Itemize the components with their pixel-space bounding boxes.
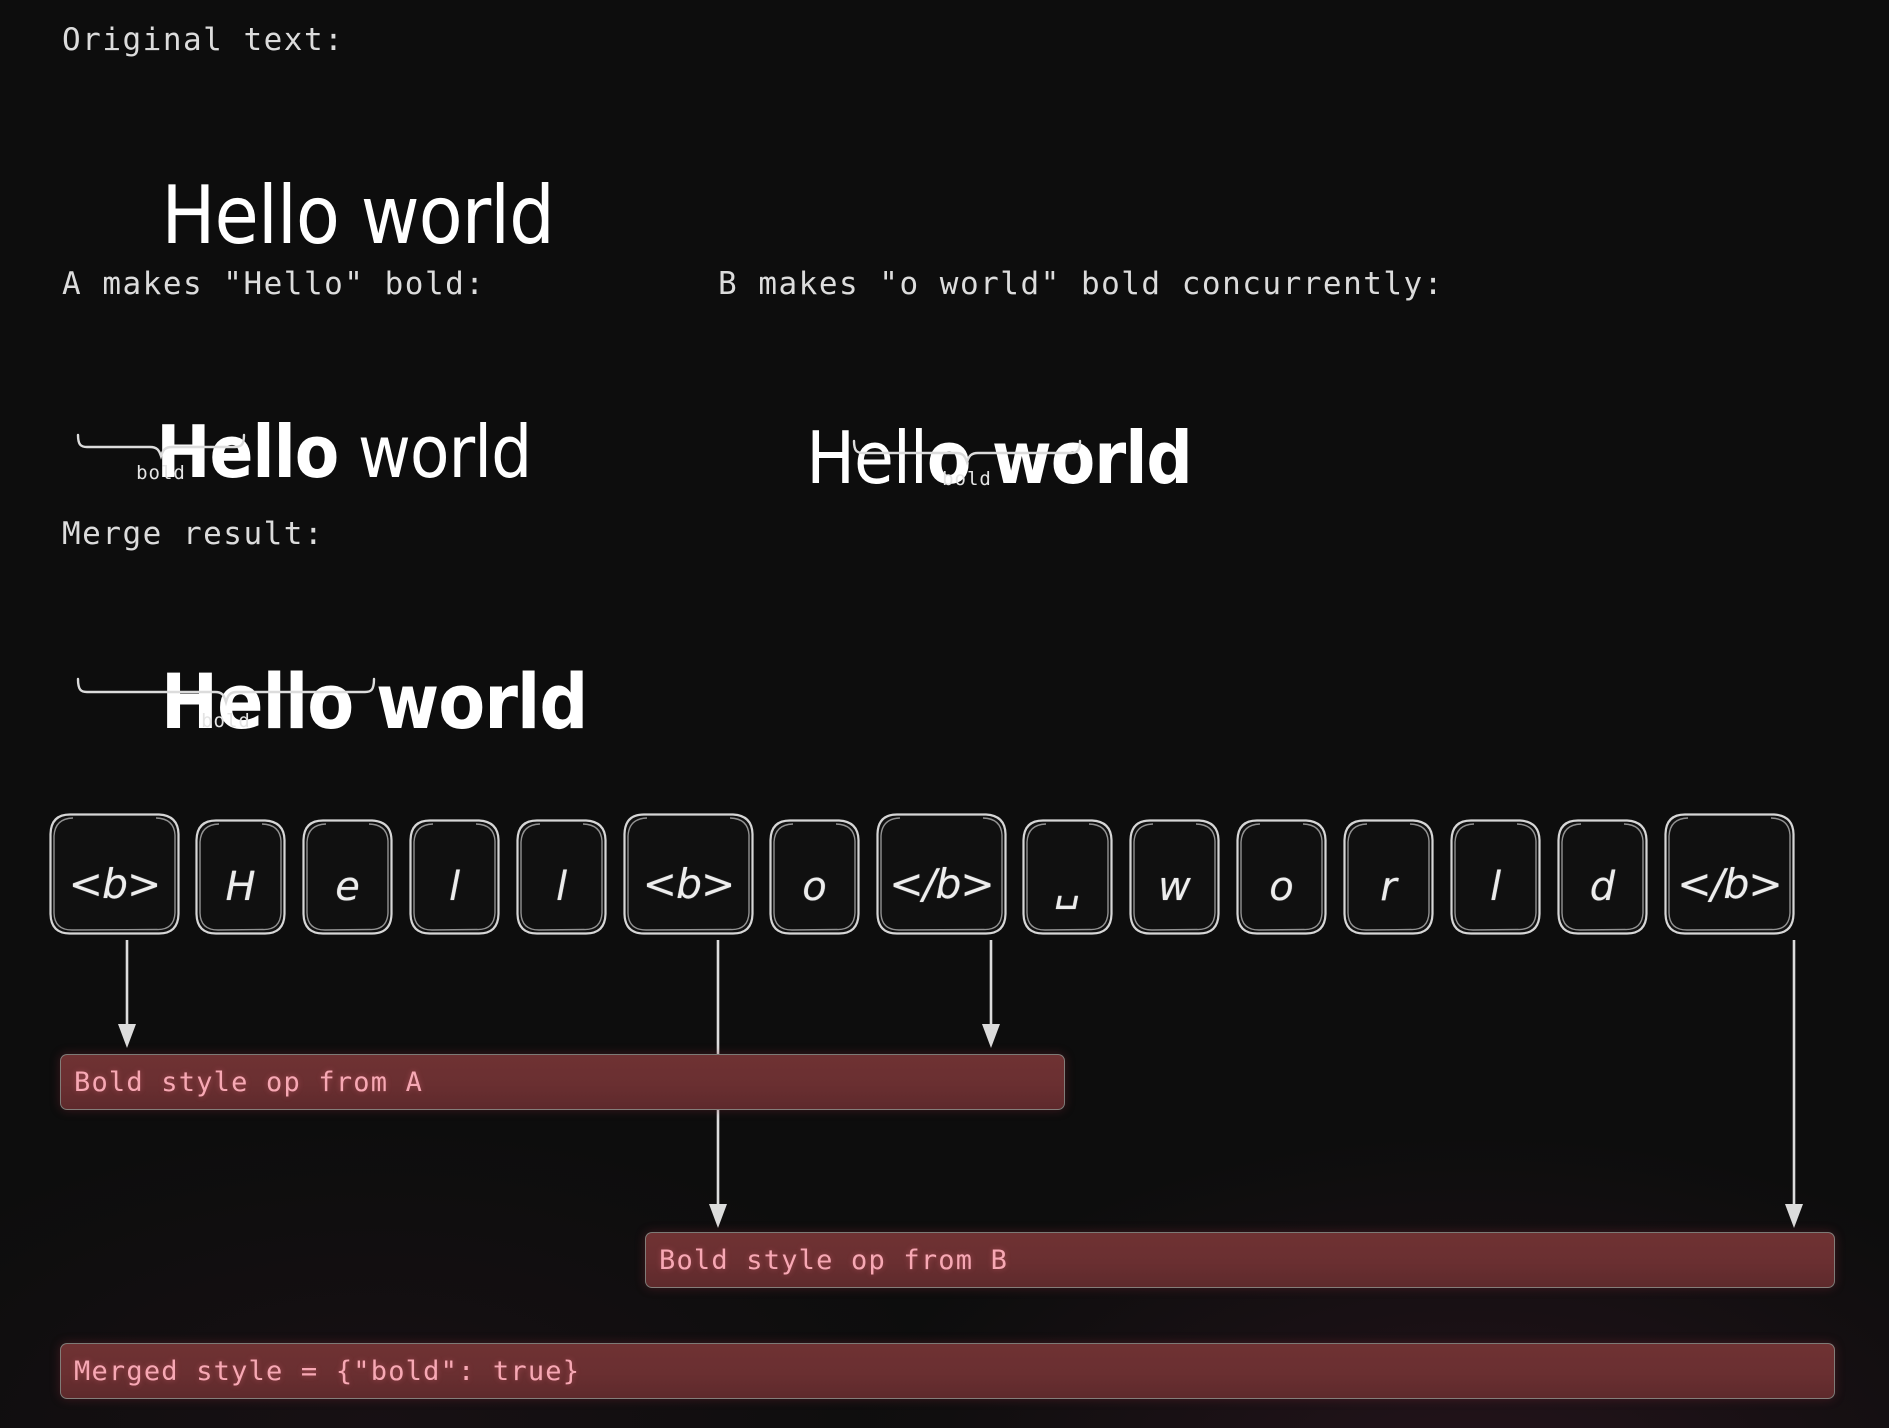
merge-caption: Merge result: <box>62 516 325 552</box>
token-chip-3[interactable]: l <box>408 818 501 936</box>
token-chip-13[interactable]: d <box>1556 818 1649 936</box>
arrow-token7-to-annot-a <box>976 940 1006 1050</box>
a-edit-plain-run: world <box>338 410 532 494</box>
annotation-bold-op-a[interactable]: Bold style op from A <box>60 1054 1065 1110</box>
token-chip-0[interactable]: <b> <box>48 812 181 936</box>
token-chip-6[interactable]: o <box>768 818 861 936</box>
token-chip-14[interactable]: </b> <box>1663 812 1796 936</box>
token-chip-label-12: l <box>1489 864 1502 910</box>
annotation-bold-op-a-label: Bold style op from A <box>74 1066 424 1098</box>
token-chip-label-7: </b> <box>889 860 995 908</box>
diagram-canvas: Original text: Hello world A makes "Hell… <box>0 0 1889 1428</box>
token-chip-7[interactable]: </b> <box>875 812 1008 936</box>
token-chip-2[interactable]: e <box>301 818 394 936</box>
token-chip-8[interactable]: ␣ <box>1021 818 1114 936</box>
token-chip-label-3: l <box>448 864 461 910</box>
annotation-merged-style-label: Merged style = {"bold": true} <box>74 1355 581 1387</box>
arrow-token0-to-annot-a <box>112 940 142 1050</box>
token-chip-label-11: r <box>1380 864 1397 910</box>
token-chip-label-9: w <box>1158 864 1191 910</box>
original-caption: Original text: <box>62 22 345 58</box>
token-chip-1[interactable]: H <box>194 818 287 936</box>
token-chip-label-2: e <box>335 864 360 910</box>
token-chip-label-14: </b> <box>1677 860 1783 908</box>
a-edit-brace-label: bold <box>136 462 186 484</box>
b-edit-brace <box>852 438 1082 466</box>
token-chip-label-5: <b> <box>642 860 736 908</box>
token-chip-label-4: l <box>555 864 568 910</box>
original-sample-glyphs: Hello world <box>161 169 554 262</box>
b-edit-caption: B makes "o world" bold concurrently: <box>718 266 1444 302</box>
a-edit-brace <box>76 432 246 460</box>
token-chip-label-6: o <box>802 864 827 910</box>
token-chip-5[interactable]: <b> <box>622 812 755 936</box>
token-chip-9[interactable]: w <box>1128 818 1221 936</box>
token-chip-10[interactable]: o <box>1235 818 1328 936</box>
arrow-token14-to-annot-b <box>1779 940 1809 1230</box>
merge-brace-label: bold <box>201 710 251 732</box>
token-chip-11[interactable]: r <box>1342 818 1435 936</box>
annotation-bold-op-b[interactable]: Bold style op from B <box>645 1232 1835 1288</box>
token-chip-12[interactable]: l <box>1449 818 1542 936</box>
annotation-bold-op-b-label: Bold style op from B <box>659 1244 1009 1276</box>
merge-brace <box>76 676 376 707</box>
annotation-merged-style[interactable]: Merged style = {"bold": true} <box>60 1343 1835 1399</box>
token-chip-label-0: <b> <box>68 860 162 908</box>
a-edit-caption: A makes "Hello" bold: <box>62 266 486 302</box>
token-chip-label-13: d <box>1589 864 1616 910</box>
token-chip-label-8: ␣ <box>1054 864 1081 910</box>
token-chip-4[interactable]: l <box>515 818 608 936</box>
b-edit-brace-label: bold <box>942 468 992 490</box>
token-chip-label-10: o <box>1269 864 1294 910</box>
token-chip-label-1: H <box>225 864 256 910</box>
